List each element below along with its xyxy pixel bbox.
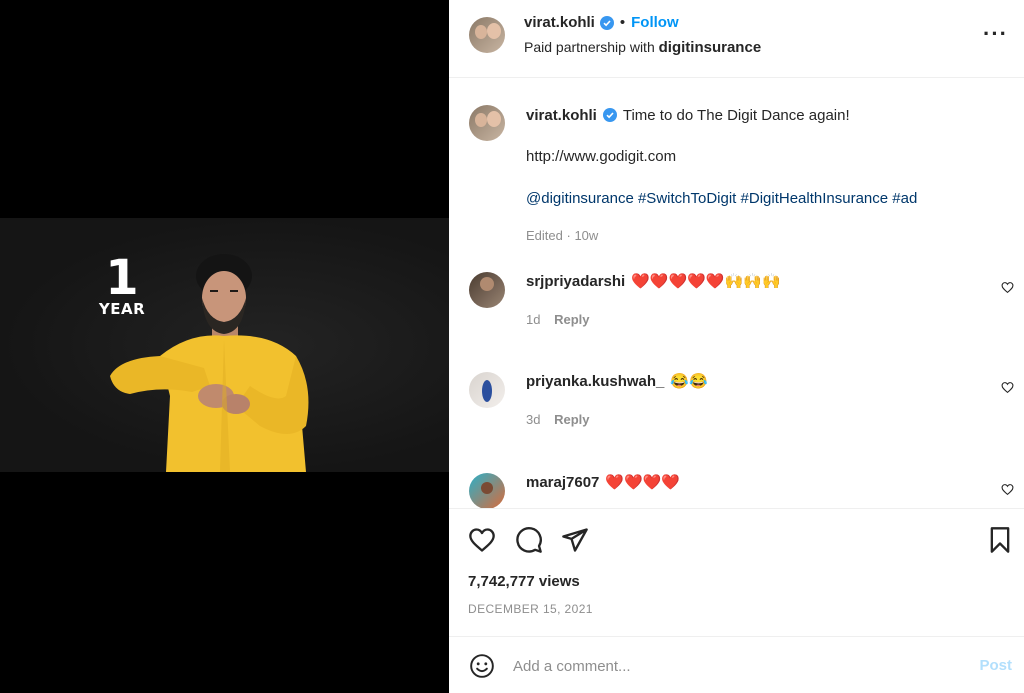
commenter-avatar[interactable]	[469, 272, 505, 308]
caption-meta: Edited · 10w	[526, 228, 599, 243]
caption-time[interactable]: 10w	[574, 228, 598, 243]
comment-item: maraj7607 ❤️❤️❤️❤️	[449, 473, 1024, 508]
comment-meta: 1d Reply	[526, 312, 590, 327]
caption-avatar[interactable]	[469, 105, 505, 141]
verified-badge-icon	[602, 108, 617, 122]
post-media[interactable]: 1 YEAR	[0, 0, 449, 693]
post-header: virat.kohli • Follow Paid partnership wi…	[449, 0, 1024, 78]
emoji-icon[interactable]	[469, 653, 495, 679]
partnership-prefix: Paid partnership with	[524, 39, 655, 55]
video-frame[interactable]: 1 YEAR	[0, 218, 449, 472]
tag-mention[interactable]: @digitinsurance	[526, 190, 634, 207]
comment-item: priyanka.kushwah_ 😂😂 3d Reply	[449, 372, 1024, 472]
more-options-icon[interactable]: ···	[983, 23, 1008, 45]
commenter-avatar[interactable]	[469, 372, 505, 408]
like-heart-icon[interactable]	[468, 526, 496, 554]
separator-dot: •	[619, 14, 626, 31]
comment-text: ❤️❤️❤️❤️❤️🙌🙌🙌	[631, 273, 781, 290]
comment-time[interactable]: 1d	[526, 312, 540, 327]
commenter-username[interactable]: srjpriyadarshi	[526, 273, 625, 290]
caption-text-line: virat.kohli Time to do The Digit Dance a…	[526, 106, 1006, 126]
partner-link[interactable]: digitinsurance	[659, 39, 762, 56]
post-date[interactable]: DECEMBER 15, 2021	[468, 602, 593, 616]
comment-input[interactable]	[513, 653, 953, 679]
save-bookmark-icon[interactable]	[986, 526, 1014, 554]
follow-button[interactable]: Follow	[631, 14, 679, 31]
caption-text: Time to do The Digit Dance again!	[622, 107, 850, 124]
dancer-figure	[110, 254, 309, 472]
comment-composer: Post	[449, 636, 1024, 693]
header-user-line: virat.kohli • Follow	[524, 14, 679, 31]
comment-bubble-icon[interactable]	[515, 526, 543, 554]
tag-hashtag[interactable]: #DigitHealthInsurance	[741, 190, 889, 207]
post-panel: virat.kohli • Follow Paid partnership wi…	[449, 0, 1024, 693]
view-count[interactable]: 7,742,777 views	[468, 573, 580, 590]
comment-time[interactable]: 3d	[526, 412, 540, 427]
tag-hashtag[interactable]: #ad	[892, 190, 917, 207]
caption-username[interactable]: virat.kohli	[526, 107, 597, 124]
verified-badge-icon	[599, 15, 614, 30]
action-bar: 7,742,777 views DECEMBER 15, 2021	[449, 508, 1024, 636]
comment-meta: 3d Reply	[526, 412, 590, 427]
tag-hashtag[interactable]: #SwitchToDigit	[638, 190, 736, 207]
author-avatar[interactable]	[469, 17, 505, 53]
author-username[interactable]: virat.kohli	[524, 14, 595, 31]
comments-scroll-area[interactable]: virat.kohli Time to do The Digit Dance a…	[449, 78, 1024, 508]
post-comment-button[interactable]: Post	[979, 657, 1012, 674]
commenter-avatar[interactable]	[469, 473, 505, 508]
comment-line: priyanka.kushwah_ 😂😂	[526, 372, 708, 392]
like-comment-heart-icon[interactable]	[1001, 483, 1014, 496]
caption-tags: @digitinsurance #SwitchToDigit #DigitHea…	[526, 190, 917, 207]
commenter-username[interactable]: priyanka.kushwah_	[526, 373, 664, 390]
comment-text: 😂😂	[670, 373, 708, 390]
comment-line: maraj7607 ❤️❤️❤️❤️	[526, 473, 680, 493]
reply-button[interactable]: Reply	[554, 412, 589, 427]
share-paper-plane-icon[interactable]	[561, 526, 589, 554]
comment-item: srjpriyadarshi ❤️❤️❤️❤️❤️🙌🙌🙌 1d Reply	[449, 272, 1024, 372]
like-comment-heart-icon[interactable]	[1001, 381, 1014, 394]
like-comment-heart-icon[interactable]	[1001, 281, 1014, 294]
commenter-username[interactable]: maraj7607	[526, 474, 599, 491]
comment-line: srjpriyadarshi ❤️❤️❤️❤️❤️🙌🙌🙌	[526, 272, 781, 292]
partnership-line: Paid partnership with digitinsurance	[524, 39, 761, 56]
comment-text: ❤️❤️❤️❤️	[605, 474, 681, 491]
edited-label: Edited	[526, 228, 563, 243]
reply-button[interactable]: Reply	[554, 312, 589, 327]
caption-link[interactable]: http://www.godigit.com	[526, 148, 676, 165]
